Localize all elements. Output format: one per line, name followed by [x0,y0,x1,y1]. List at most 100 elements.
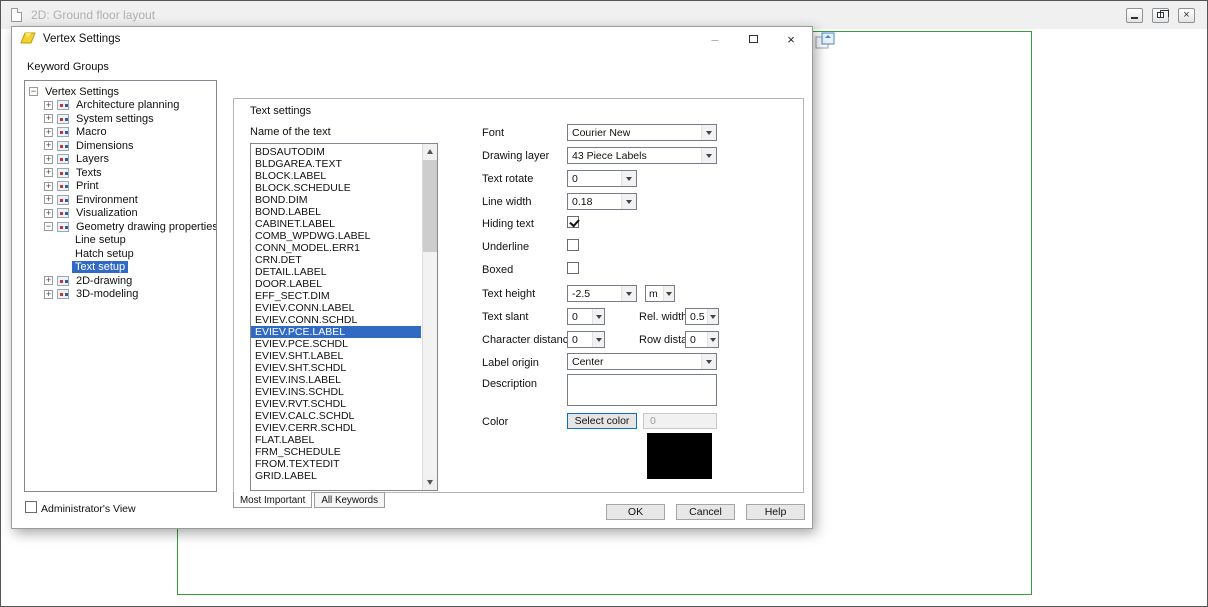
list-item[interactable]: EVIEV.PCE.LABEL [251,326,421,338]
list-scrollbar[interactable] [422,144,437,490]
list-item[interactable]: BLOCK.SCHEDULE [251,182,421,194]
list-item[interactable]: EVIEV.PCE.SCHDL [251,338,421,350]
label-origin-value: Center [572,356,604,368]
expand-icon[interactable]: + [44,114,53,123]
text-name-list[interactable]: BDSAUTODIMBLDGAREA.TEXTBLOCK.LABELBLOCK.… [250,143,438,491]
expand-icon[interactable]: + [44,182,53,191]
list-item[interactable]: FROM.TEXTEDIT [251,458,421,470]
line-width-select[interactable]: 0.18 [567,193,637,210]
expand-icon[interactable]: + [44,101,53,110]
list-item[interactable]: EVIEV.RVT.SCHDL [251,398,421,410]
list-item[interactable]: BLOCK.LABEL [251,170,421,182]
tree-item-texts[interactable]: +Texts [25,166,216,180]
tree-item-layers[interactable]: +Layers [25,153,216,167]
keyword-tree[interactable]: −Vertex Settings+Architecture planning+S… [24,80,217,492]
tree-item-vertex-settings[interactable]: −Vertex Settings [25,85,216,99]
vertex-logo-icon [20,31,36,48]
list-item[interactable]: EVIEV.CALC.SCHDL [251,410,421,422]
label-origin-select[interactable]: Center [567,353,717,370]
list-item[interactable]: EVIEV.CONN.LABEL [251,302,421,314]
text-height-select[interactable]: -2.5 [567,285,637,302]
tree-item-dimensions[interactable]: +Dimensions [25,139,216,153]
expand-icon[interactable]: + [44,155,53,164]
list-item[interactable]: BOND.DIM [251,194,421,206]
text-slant-select[interactable]: 0 [567,308,605,325]
scroll-down-button[interactable] [423,475,437,490]
cancel-button[interactable]: Cancel [676,504,735,520]
expand-icon[interactable]: + [44,168,53,177]
tree-item-hatch-setup[interactable]: Hatch setup [25,247,216,261]
text-rotate-value: 0 [572,173,578,185]
app-minimize-button[interactable] [1126,8,1143,23]
text-rotate-select[interactable]: 0 [567,170,637,187]
drawing-layer-select[interactable]: 43 Piece Labels [567,147,717,164]
ok-button[interactable]: OK [606,504,665,520]
expand-icon[interactable]: + [44,195,53,204]
tree-item-text-setup[interactable]: Text setup [25,261,216,275]
font-label: Font [482,127,504,139]
row-distance-select[interactable]: 0 [685,331,719,348]
expand-icon[interactable]: + [44,290,53,299]
text-height-unit-select[interactable]: m [645,285,675,302]
administrators-view-checkbox[interactable] [25,501,37,513]
rel-width-select[interactable]: 0.5 [685,308,719,325]
dialog-minimize-button[interactable]: – [700,29,730,49]
tree-item-print[interactable]: +Print [25,180,216,194]
list-item[interactable]: FRM_SCHEDULE [251,446,421,458]
hiding-text-checkbox[interactable] [567,216,579,228]
list-item[interactable]: EVIEV.SHT.SCHDL [251,362,421,374]
collapse-icon[interactable]: − [29,87,38,96]
tree-item-visualization[interactable]: +Visualization [25,207,216,221]
list-item[interactable]: CABINET.LABEL [251,218,421,230]
list-item[interactable]: CRN.DET [251,254,421,266]
tab-all-keywords[interactable]: All Keywords [314,492,385,508]
list-item[interactable]: DOOR.LABEL [251,278,421,290]
tree-item-2d-drawing[interactable]: +2D-drawing [25,274,216,288]
list-item[interactable]: EVIEV.INS.SCHDL [251,386,421,398]
list-item[interactable]: EVIEV.SHT.LABEL [251,350,421,362]
list-item[interactable]: BOND.LABEL [251,206,421,218]
scroll-up-button[interactable] [423,144,437,159]
list-item[interactable]: BDSAUTODIM [251,146,421,158]
list-item[interactable]: EVIEV.CONN.SCHDL [251,314,421,326]
char-distance-select[interactable]: 0 [567,331,605,348]
tree-item-geometry-drawing-properties[interactable]: −Geometry drawing properties [25,220,216,234]
expand-icon[interactable]: + [44,276,53,285]
list-item[interactable]: EVIEV.CERR.SCHDL [251,422,421,434]
dialog-titlebar[interactable]: Vertex Settings – × [12,27,812,51]
expand-icon[interactable]: + [44,141,53,150]
sheet-symbol-icon[interactable] [815,32,837,52]
text-height-value: -2.5 [572,288,590,300]
tab-most-important[interactable]: Most Important [233,491,312,508]
expand-icon[interactable]: + [44,209,53,218]
list-item[interactable]: EVIEV.INS.LABEL [251,374,421,386]
font-select[interactable]: Courier New [567,124,717,141]
dialog-close-button[interactable]: × [776,29,806,49]
app-close-button[interactable]: × [1178,8,1195,23]
list-item[interactable]: CONN_MODEL.ERR1 [251,242,421,254]
description-input[interactable] [567,374,717,406]
chevron-down-icon [621,171,636,186]
help-button[interactable]: Help [746,504,805,520]
list-item[interactable]: COMB_WPDWG.LABEL [251,230,421,242]
tree-item-environment[interactable]: +Environment [25,193,216,207]
boxed-checkbox[interactable] [567,262,579,274]
select-color-button[interactable]: Select color [567,413,637,429]
list-item[interactable]: FLAT.LABEL [251,434,421,446]
app-restore-button[interactable] [1152,8,1169,23]
dialog-maximize-button[interactable] [738,29,768,49]
list-item[interactable]: DETAIL.LABEL [251,266,421,278]
underline-checkbox[interactable] [567,239,579,251]
list-item[interactable]: GRID.LABEL [251,470,421,482]
tree-item-architecture-planning[interactable]: +Architecture planning [25,99,216,113]
list-item[interactable]: EFF_SECT.DIM [251,290,421,302]
scrollbar-thumb[interactable] [423,160,437,252]
tree-item-line-setup[interactable]: Line setup [25,234,216,248]
tree-item-3d-modeling[interactable]: +3D-modeling [25,288,216,302]
collapse-icon[interactable]: − [44,222,53,231]
tree-item-macro[interactable]: +Macro [25,126,216,140]
tree-item-system-settings[interactable]: +System settings [25,112,216,126]
list-item[interactable]: BLDGAREA.TEXT [251,158,421,170]
expand-icon[interactable]: + [44,128,53,137]
tree-item-icon [57,222,69,232]
